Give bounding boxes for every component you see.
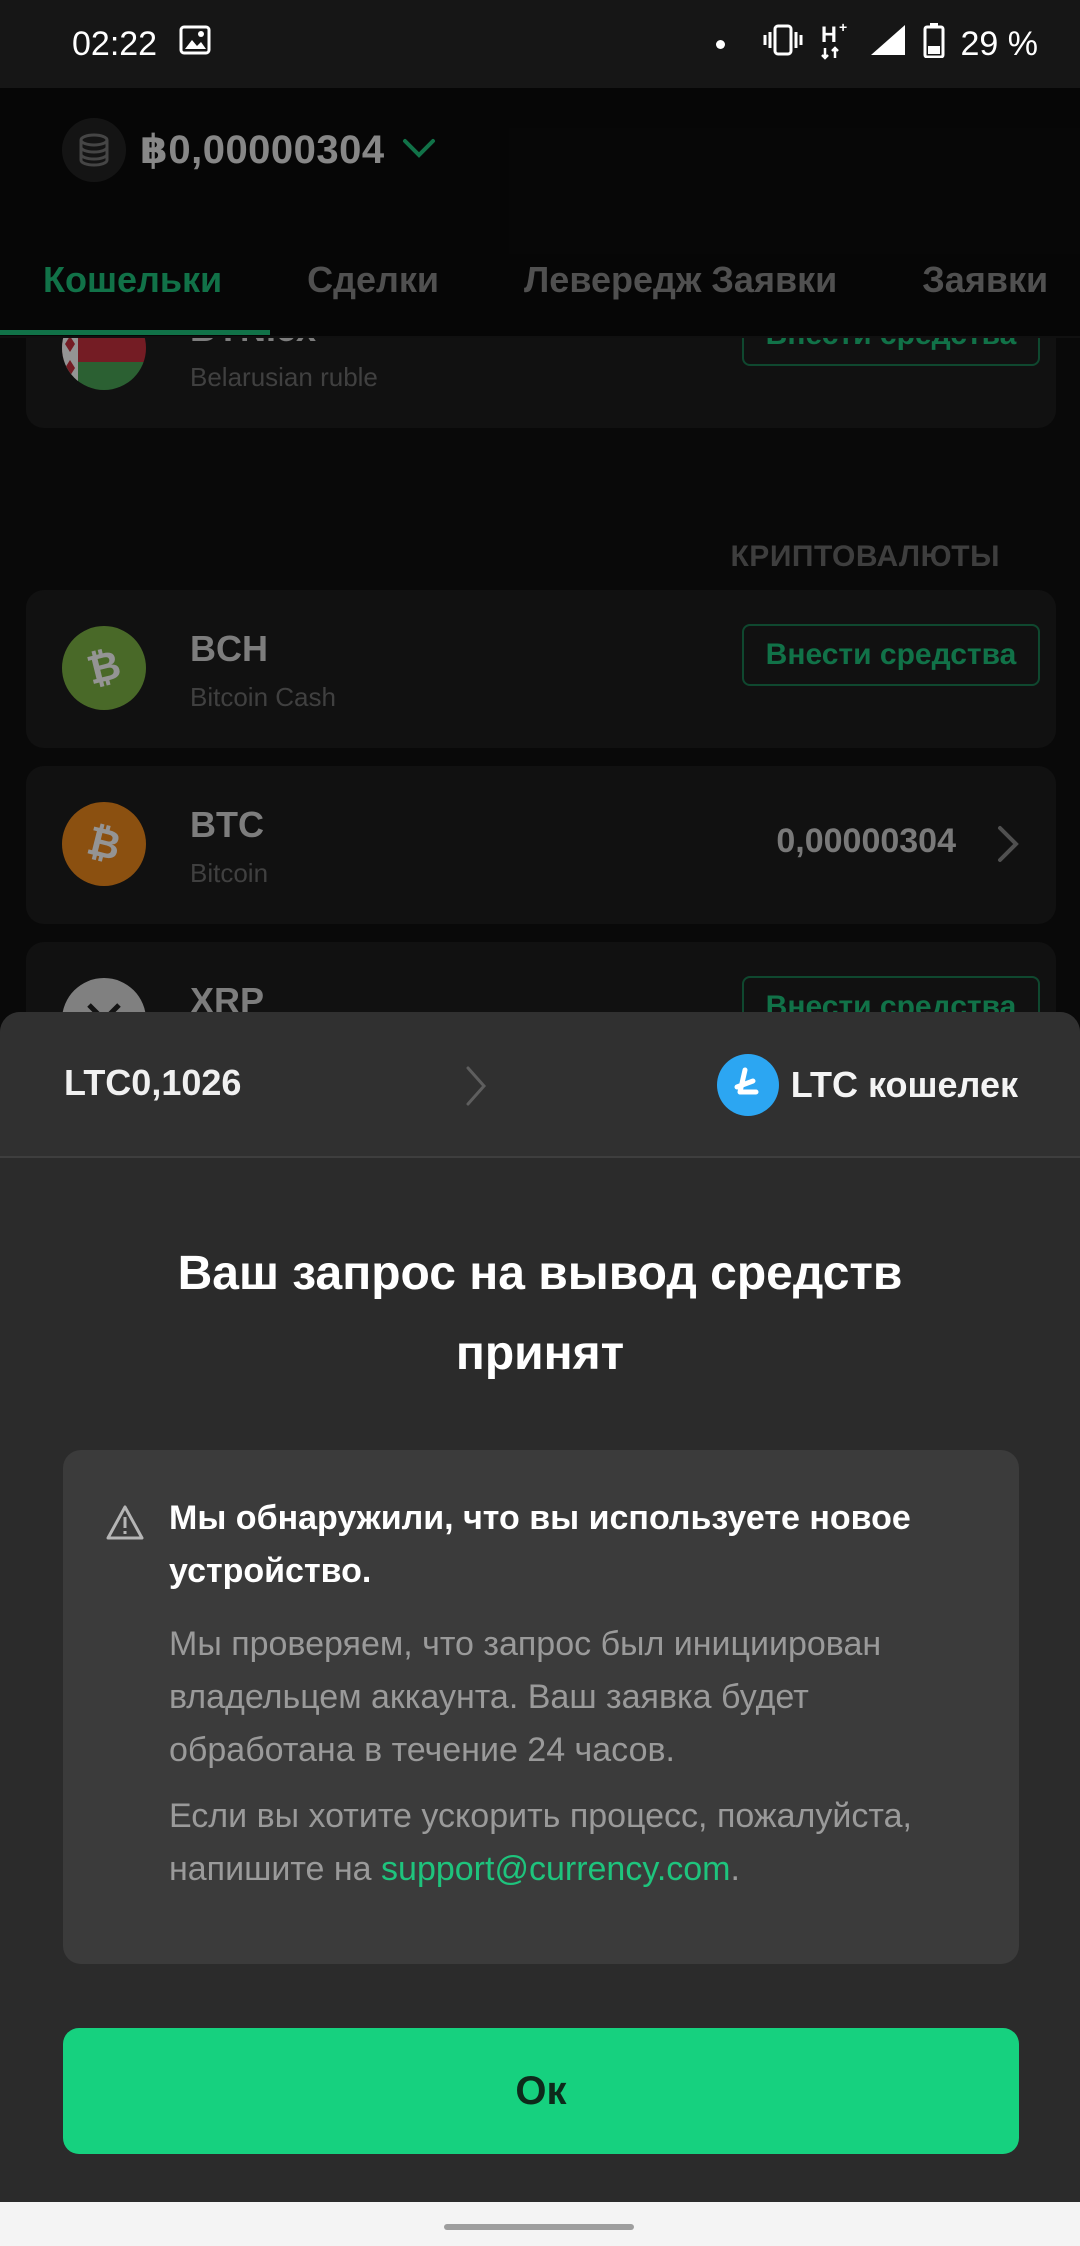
ok-button[interactable]: Ок [63, 2028, 1019, 2154]
new-device-notice: Мы обнаружили, что вы используете новое … [63, 1450, 1019, 1964]
status-time: 02:22 [72, 24, 158, 63]
system-nav-bar [0, 2202, 1080, 2246]
sheet-title: Ваш запрос на вывод средств принят [177, 1247, 903, 1380]
gallery-icon [179, 25, 211, 64]
wallet-label: LTC кошелек [790, 1064, 1018, 1105]
network-h-plus-icon: H + [819, 19, 853, 69]
battery-percent: 29 % [960, 24, 1039, 63]
battery-icon [923, 22, 945, 67]
support-email-link[interactable]: support@currency.com [381, 1850, 730, 1888]
status-bar: 02:22 H + 29 % [0, 0, 1080, 88]
withdrawal-result-sheet: LTC0,1026 LTC кошелек Ваш запрос на выво… [0, 1012, 1080, 2202]
notice-paragraph-contact: Если вы хотите ускорить процесс, пожалуй… [169, 1790, 999, 1896]
sheet-summary-row: LTC0,1026 LTC кошелек [0, 1012, 1080, 1158]
svg-text:+: + [839, 20, 847, 35]
signal-icon [869, 23, 907, 66]
svg-text:H: H [821, 22, 837, 47]
notification-dot-icon [715, 39, 725, 49]
vibrate-icon [763, 23, 803, 66]
notice-paragraph: Мы проверяем, что запрос был инициирован… [169, 1625, 882, 1769]
contact-suffix: . [730, 1850, 740, 1888]
litecoin-icon [716, 1054, 779, 1116]
destination-wallet: LTC кошелек [716, 1054, 1018, 1116]
chevron-right-icon [462, 1064, 490, 1113]
home-gesture-handle[interactable] [444, 2224, 634, 2230]
withdraw-amount: LTC0,1026 [64, 1062, 242, 1103]
notice-heading: Мы обнаружили, что вы используете новое … [169, 1499, 911, 1590]
warning-icon [105, 1504, 145, 1547]
